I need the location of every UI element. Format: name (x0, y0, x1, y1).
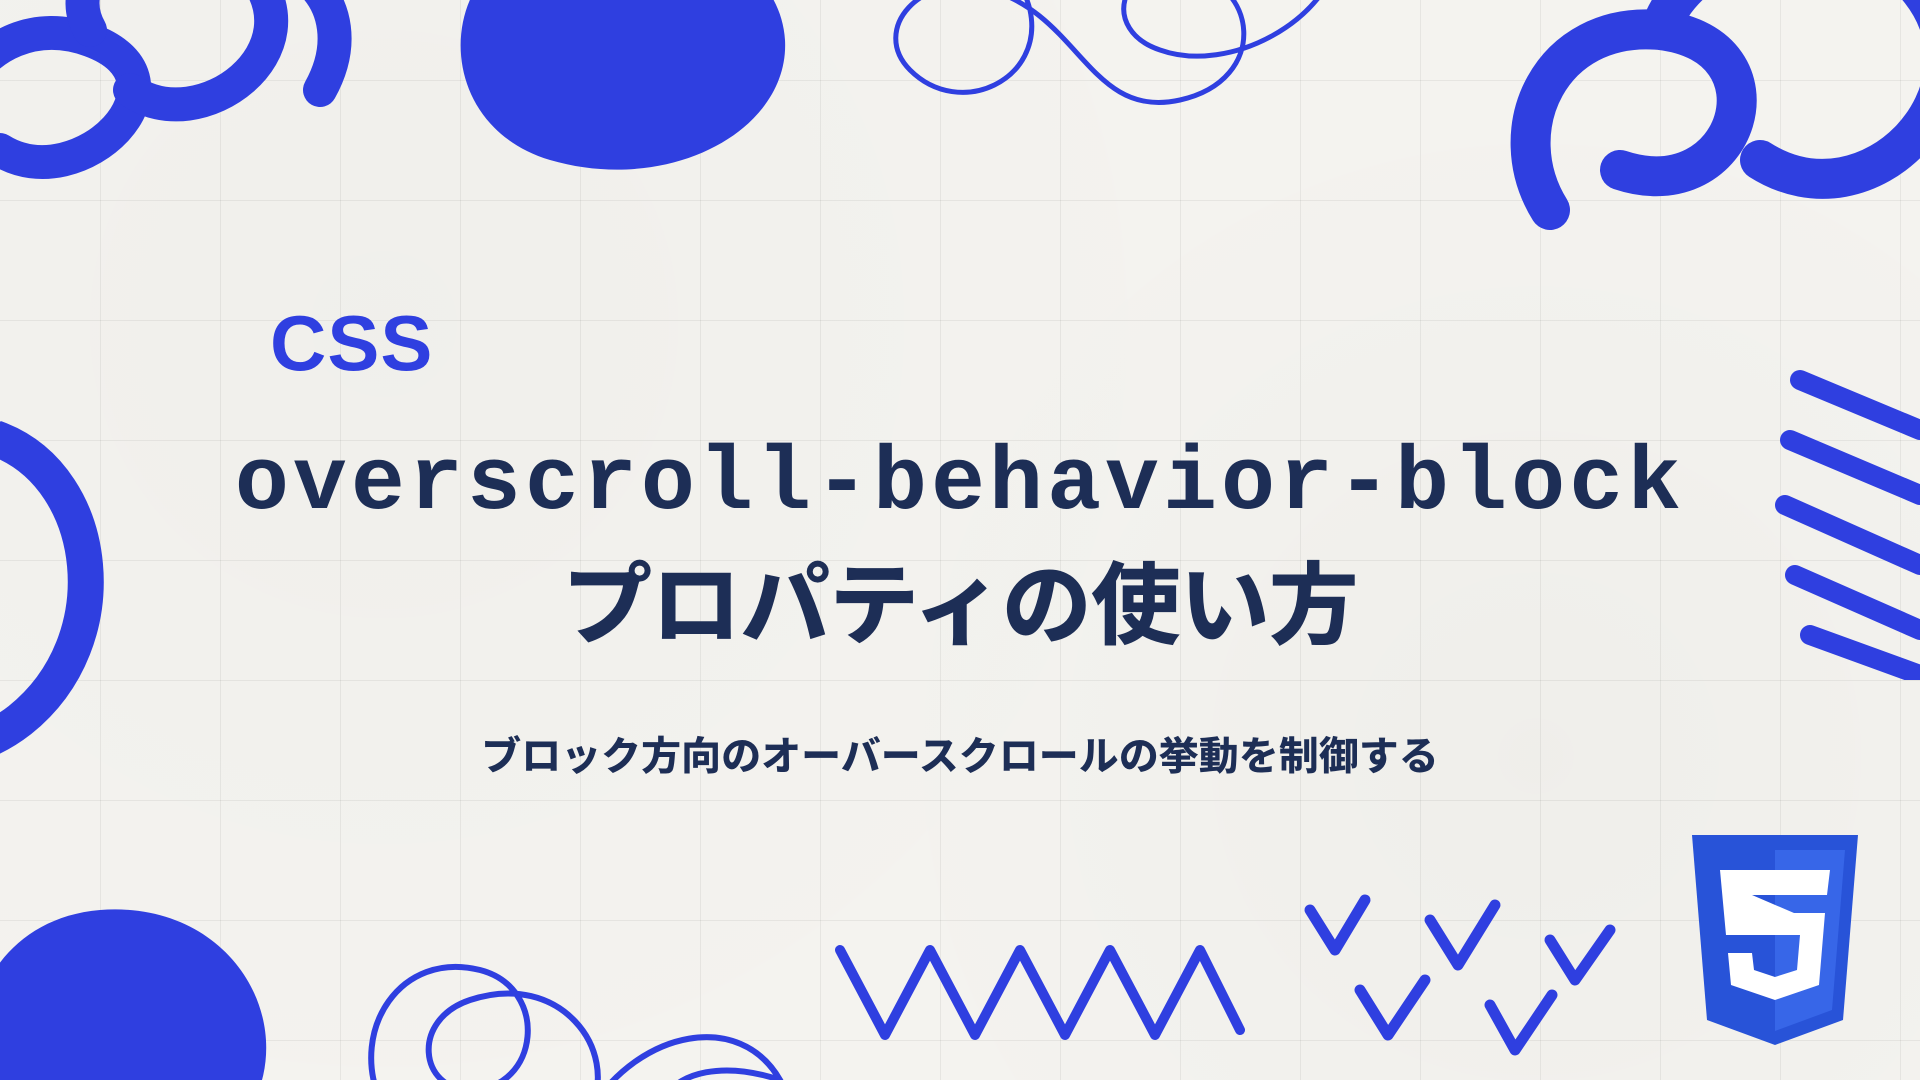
content-area: CSS overscroll-behavior-block プロパティの使い方 … (0, 0, 1920, 1080)
page-subtitle: ブロック方向のオーバースクロールの挙動を制御する (481, 724, 1439, 782)
title-line-2: プロパティの使い方 (235, 542, 1685, 655)
title-line-1: overscroll-behavior-block (235, 429, 1685, 542)
page-title: overscroll-behavior-block プロパティの使い方 (235, 429, 1685, 654)
slide-canvas: CSS overscroll-behavior-block プロパティの使い方 … (0, 0, 1920, 1080)
category-label: CSS (270, 298, 433, 389)
